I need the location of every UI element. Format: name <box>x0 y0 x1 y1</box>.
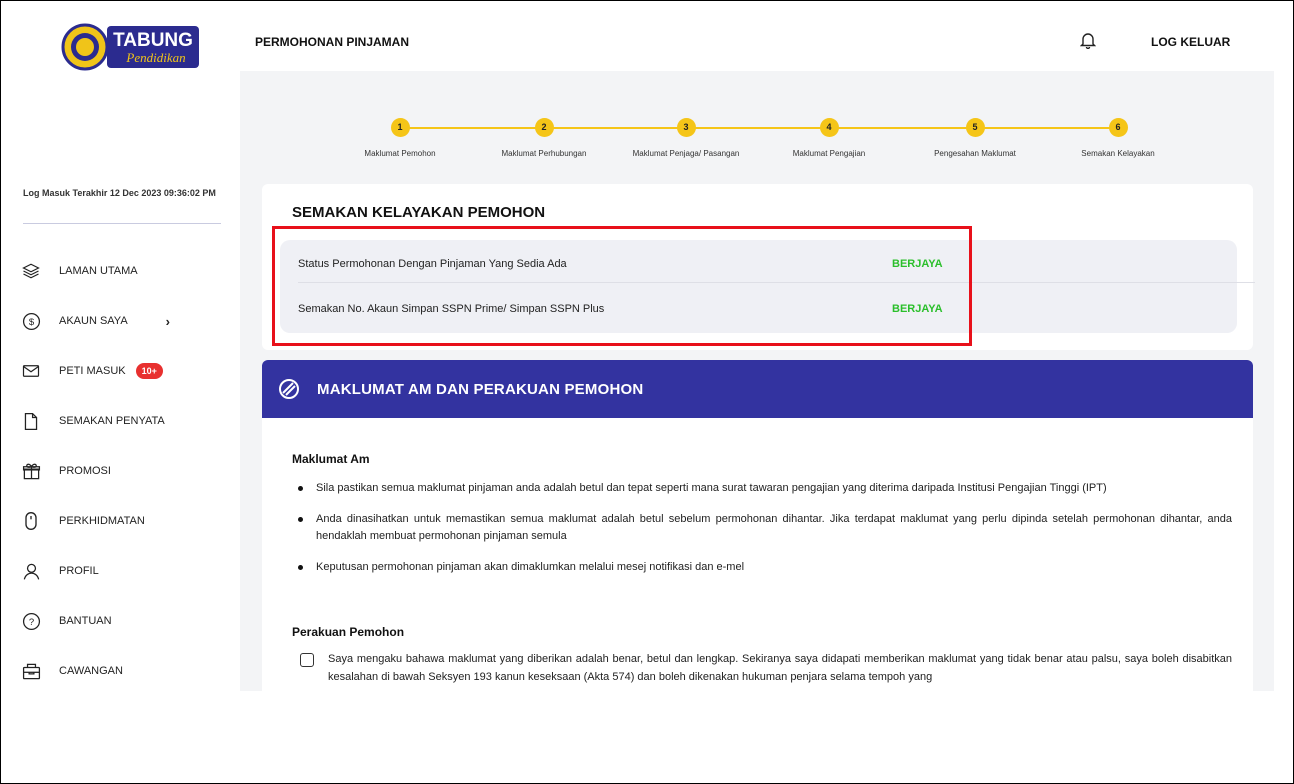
step-number: 2 <box>534 118 554 137</box>
svg-text:TABUNG: TABUNG <box>113 30 193 51</box>
layers-icon <box>21 261 41 281</box>
list-item: Sila pastikan semua maklumat pinjaman an… <box>292 480 1232 497</box>
step-number: 4 <box>819 118 839 137</box>
section-title-maklumat-am: Maklumat Am <box>292 452 370 466</box>
user-icon <box>21 561 41 581</box>
logout-button[interactable]: LOG KELUAR <box>1151 35 1230 49</box>
dollar-circle-icon: $ <box>21 311 41 331</box>
sidebar-item-label: PETI MASUK <box>59 365 126 377</box>
sidebar-item-promosi[interactable]: PROMOSI <box>21 446 231 496</box>
step-number: 5 <box>965 118 985 137</box>
sidebar-nav: LAMAN UTAMA $ AKAUN SAYA › PETI MASUK 10… <box>21 246 231 696</box>
step-label: Maklumat Perhubungan <box>501 149 587 158</box>
tabung-pendidikan-logo[interactable]: TABUNG Pendidikan <box>61 21 201 73</box>
list-item: Anda dinasihatkan untuk memastikan semua… <box>292 511 1232 545</box>
sidebar-divider <box>23 223 221 224</box>
brand-swoosh-icon <box>279 379 299 399</box>
sidebar: TABUNG Pendidikan Log Masuk Terakhir 12 … <box>1 1 240 691</box>
step-4[interactable]: 4 Maklumat Pengajian <box>759 118 899 158</box>
declaration-text: Saya mengaku bahawa maklumat yang diberi… <box>328 653 1232 683</box>
building-icon <box>21 661 41 681</box>
step-number: 6 <box>1108 118 1128 137</box>
file-icon <box>21 411 41 431</box>
help-icon: ? <box>21 611 41 631</box>
section-title-perakuan: Perakuan Pemohon <box>292 625 405 639</box>
general-info-card: MAKLUMAT AM DAN PERAKUAN PEMOHON Makluma… <box>262 360 1253 691</box>
sidebar-item-label: PERKHIDMATAN <box>59 515 145 527</box>
info-card-title: MAKLUMAT AM DAN PERAKUAN PEMOHON <box>317 381 644 398</box>
sidebar-item-semakan-penyata[interactable]: SEMAKAN PENYATA <box>21 396 231 446</box>
step-1[interactable]: 1 Maklumat Pemohon <box>330 118 470 158</box>
declaration-row: Saya mengaku bahawa maklumat yang diberi… <box>300 650 1232 686</box>
gift-icon <box>21 461 41 481</box>
step-5[interactable]: 5 Pengesahan Maklumat <box>905 118 1045 158</box>
sidebar-item-perkhidmatan[interactable]: PERKHIDMATAN <box>21 496 231 546</box>
progress-stepper: 1 Maklumat Pemohon 2 Maklumat Perhubunga… <box>240 71 1274 181</box>
sidebar-item-label: BANTUAN <box>59 615 112 627</box>
mail-icon <box>21 361 41 381</box>
step-number: 1 <box>390 118 410 137</box>
sidebar-item-label: AKAUN SAYA <box>59 315 128 327</box>
sidebar-item-peti-masuk[interactable]: PETI MASUK 10+ <box>21 346 231 396</box>
annotation-highlight-box <box>272 226 972 346</box>
step-2[interactable]: 2 Maklumat Perhubungan <box>474 118 614 158</box>
step-label: Pengesahan Maklumat <box>934 149 1016 158</box>
svg-text:$: $ <box>28 317 34 328</box>
list-item: Keputusan permohonan pinjaman akan dimak… <box>292 559 1232 576</box>
step-6[interactable]: 6 Semakan Kelayakan <box>1048 118 1188 158</box>
step-label: Maklumat Pemohon <box>364 149 436 158</box>
sidebar-item-label: LAMAN UTAMA <box>59 265 138 277</box>
sidebar-item-bantuan[interactable]: ? BANTUAN <box>21 596 231 646</box>
step-number: 3 <box>676 118 696 137</box>
svg-text:Pendidikan: Pendidikan <box>125 50 185 65</box>
sidebar-item-laman-utama[interactable]: LAMAN UTAMA <box>21 246 231 296</box>
sidebar-item-label: PROMOSI <box>59 465 111 477</box>
declaration-checkbox[interactable] <box>300 653 314 667</box>
eligibility-title: SEMAKAN KELAYAKAN PEMOHON <box>292 204 546 221</box>
step-label: Maklumat Pengajian <box>792 149 866 158</box>
chevron-right-icon: › <box>165 313 171 329</box>
svg-text:?: ? <box>28 617 33 628</box>
unread-count-badge: 10+ <box>135 363 163 379</box>
sidebar-item-label: PROFIL <box>59 565 99 577</box>
info-card-header: MAKLUMAT AM DAN PERAKUAN PEMOHON <box>262 360 1253 418</box>
bell-icon[interactable] <box>1080 31 1096 49</box>
top-bar: PERMOHONAN PINJAMAN LOG KELUAR <box>240 1 1292 71</box>
page-title: PERMOHONAN PINJAMAN <box>255 35 410 49</box>
info-bullet-list: Sila pastikan semua maklumat pinjaman an… <box>292 480 1232 590</box>
mouse-icon <box>21 511 41 531</box>
sidebar-item-profil[interactable]: PROFIL <box>21 546 231 596</box>
step-3[interactable]: 3 Maklumat Penjaga/ Pasangan <box>616 118 756 158</box>
step-label: Semakan Kelayakan <box>1081 149 1155 158</box>
step-label: Maklumat Penjaga/ Pasangan <box>632 149 740 158</box>
sidebar-item-cawangan[interactable]: CAWANGAN <box>21 646 231 696</box>
main-content: 1 Maklumat Pemohon 2 Maklumat Perhubunga… <box>240 71 1274 691</box>
last-login-text: Log Masuk Terakhir 12 Dec 2023 09:36:02 … <box>23 188 216 198</box>
sidebar-item-label: CAWANGAN <box>59 665 123 677</box>
sidebar-item-akaun-saya[interactable]: $ AKAUN SAYA › <box>21 296 231 346</box>
sidebar-item-label: SEMAKAN PENYATA <box>59 415 165 427</box>
